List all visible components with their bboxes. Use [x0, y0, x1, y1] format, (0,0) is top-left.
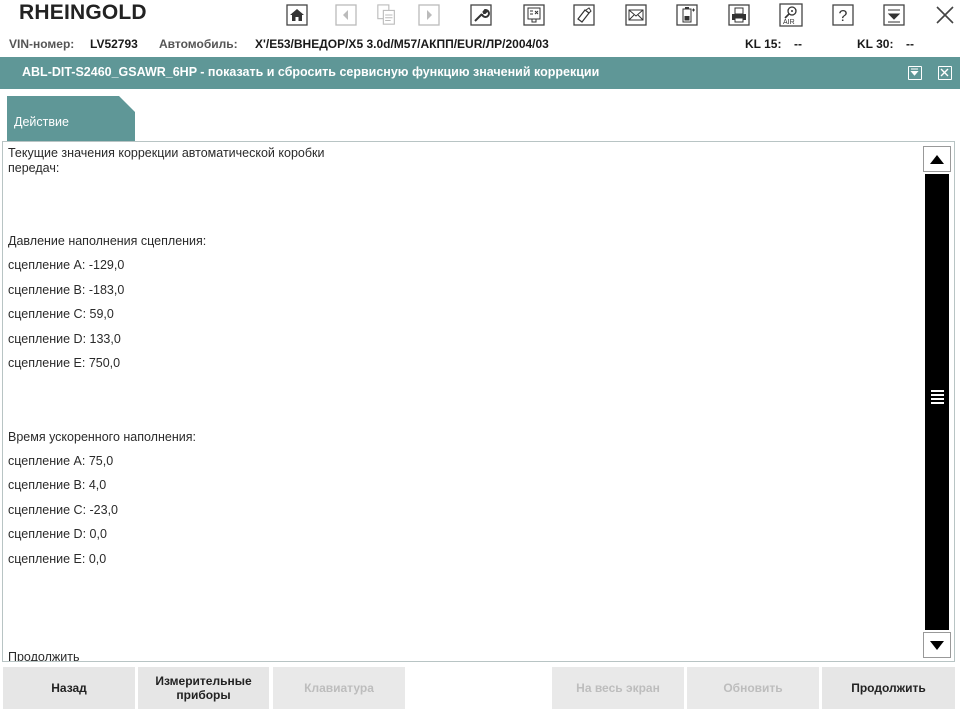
wrench-icon[interactable] [470, 4, 492, 26]
copy-icon[interactable] [376, 4, 398, 26]
list-item: сцепление А: 75,0 [8, 454, 114, 468]
minimize-icon[interactable] [883, 4, 905, 26]
intro-line-1: Текущие значения коррекции автоматическо… [8, 146, 325, 160]
instruments-label-line-1: Измерительные [155, 674, 252, 688]
help-icon[interactable]: ? [832, 4, 854, 26]
content-panel: Текущие значения коррекции автоматическо… [2, 141, 955, 662]
back-arrow-icon[interactable] [335, 4, 357, 26]
vin-value: LV52793 [90, 37, 138, 51]
printer-icon[interactable] [728, 4, 750, 26]
kl15-label: KL 15: [745, 37, 782, 51]
arrow-up-icon [930, 154, 944, 164]
window-close-icon[interactable] [938, 66, 952, 80]
top-toolbar: RHEINGOLD AIR ? [0, 0, 960, 32]
instruments-label-line-2: приборы [176, 688, 231, 702]
diagnosis-icon[interactable] [523, 4, 545, 26]
list-item: сцепление E: 0,0 [8, 552, 107, 566]
back-button[interactable]: Назад [3, 667, 135, 709]
air-search-icon[interactable]: AIR [779, 3, 803, 27]
car-label: Автомобиль: [159, 37, 238, 51]
scrollbar-thumb[interactable] [925, 174, 949, 630]
list-item: сцепление В: -183,0 [8, 283, 125, 297]
tag-icon[interactable] [573, 4, 595, 26]
list-item: сцепление D: 133,0 [8, 332, 121, 346]
list-item: сцепление В: 4,0 [8, 478, 107, 492]
tab-action[interactable]: Действие [7, 96, 135, 141]
content-footer-text: Продолжить [8, 650, 80, 662]
window-title: ABL-DIT-S2460_GSAWR_6HP - показать и сбр… [22, 65, 600, 79]
window-minimize-icon[interactable] [908, 66, 922, 80]
tab-action-label: Действие [14, 115, 69, 129]
list-item: сцепление С: 59,0 [8, 307, 114, 321]
refresh-button[interactable]: Обновить [687, 667, 819, 709]
continue-button[interactable]: Продолжить [822, 667, 955, 709]
section-fast-fill-title: Время ускоренного наполнения: [8, 430, 196, 444]
vertical-scrollbar[interactable] [923, 146, 951, 658]
list-item: сцепление E: 750,0 [8, 356, 121, 370]
mail-icon[interactable] [625, 4, 647, 26]
battery-icon[interactable] [676, 4, 698, 26]
kl15-value: -- [794, 37, 802, 51]
vin-label: VIN-номер: [9, 37, 75, 51]
list-item: сцепление А: -129,0 [8, 258, 125, 272]
list-item: сцепление D: 0,0 [8, 527, 107, 541]
forward-arrow-icon[interactable] [418, 4, 440, 26]
grip-icon [931, 390, 944, 406]
keyboard-button[interactable]: Клавиатура [273, 667, 405, 709]
section-fill-pressure-title: Давление наполнения сцепления: [8, 234, 207, 248]
svg-text:?: ? [839, 8, 848, 25]
intro-line-2: передач: [8, 161, 60, 175]
home-icon[interactable] [286, 4, 308, 26]
close-icon[interactable] [934, 4, 956, 26]
kl30-value: -- [906, 37, 914, 51]
scroll-up-button[interactable] [923, 146, 951, 172]
app-brand: RHEINGOLD [19, 1, 147, 24]
window-titlebar: ABL-DIT-S2460_GSAWR_6HP - показать и сбр… [0, 57, 960, 89]
arrow-down-icon [930, 640, 944, 650]
vehicle-info-bar: VIN-номер: LV52793 Автомобиль: X'/E53/ВН… [0, 33, 960, 55]
tab-bar: Действие [0, 89, 960, 142]
car-value: X'/E53/ВНЕДОР/X5 3.0d/M57/АКПП/EUR/ЛР/20… [255, 37, 549, 51]
kl30-label: KL 30: [857, 37, 894, 51]
scroll-down-button[interactable] [923, 632, 951, 658]
instruments-button[interactable]: Измерительные приборы [138, 667, 269, 709]
svg-text:AIR: AIR [783, 19, 795, 26]
fullscreen-button[interactable]: На весь экран [552, 667, 684, 709]
list-item: сцепление С: -23,0 [8, 503, 119, 517]
